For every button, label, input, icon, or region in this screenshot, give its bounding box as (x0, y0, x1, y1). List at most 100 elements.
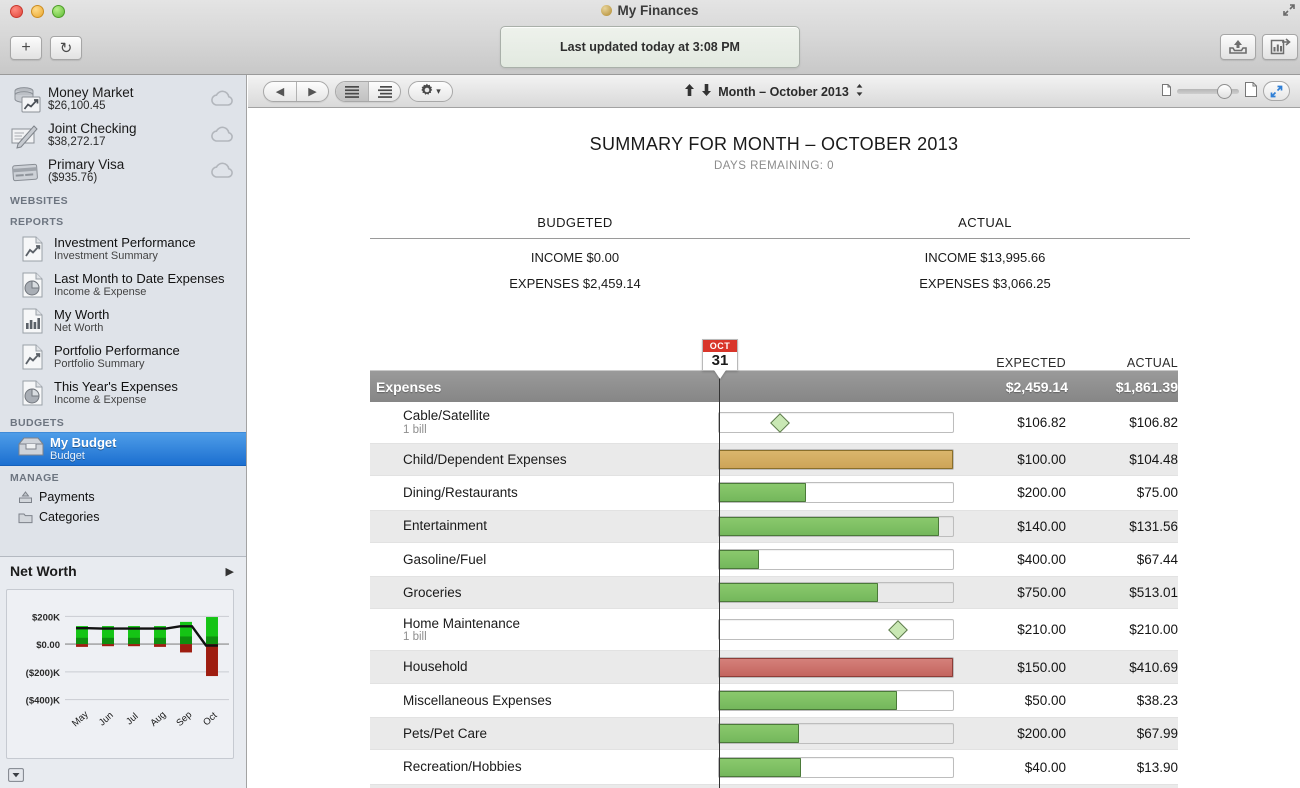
table-row[interactable]: Cable/Satellite 1 bill $106.82 $106.82 (370, 402, 1178, 443)
table-row[interactable]: Service Charges/Fees$5.00$14.95 (370, 783, 1178, 788)
sidebar-item-my-worth[interactable]: My Worth Net Worth (0, 303, 246, 339)
dropdown-box-icon[interactable] (8, 768, 24, 782)
credit-card-icon (10, 156, 42, 186)
row-category-cell: Miscellaneous Expenses (370, 693, 718, 709)
stepper-icon[interactable] (855, 83, 864, 100)
back-button[interactable]: ◀ (264, 82, 296, 101)
table-row[interactable]: Miscellaneous Expenses $50.00 $38.23 (370, 684, 1178, 717)
cloud-icon[interactable] (208, 161, 238, 181)
sidebar-item-my-budget[interactable]: My Budget Budget (0, 432, 246, 466)
progress-track (718, 656, 954, 678)
row-category-label: Groceries (403, 585, 462, 601)
coins-chart-icon (10, 84, 42, 114)
upload-button[interactable] (1220, 34, 1256, 60)
down-arrow-icon[interactable] (701, 83, 712, 100)
table-row[interactable]: Entertainment $140.00 $131.56 (370, 509, 1178, 543)
svg-text:Jun: Jun (97, 710, 116, 728)
budget-title: My Budget (50, 434, 117, 450)
budget-box-icon (16, 435, 44, 463)
detail-view-icon[interactable] (368, 82, 400, 101)
window-title-text: My Finances (617, 3, 699, 18)
navigation-segmented-control[interactable]: ◀ ▶ (263, 81, 329, 102)
table-group-row-expenses[interactable]: Expenses $2,459.14 $1,861.39 (370, 370, 1178, 402)
sidebar-item-this-years-expenses[interactable]: This Year's Expenses Income & Expense (0, 375, 246, 411)
progress-track (718, 412, 954, 433)
settings-menu-button[interactable]: ▾ (408, 81, 453, 102)
column-header-actual: ACTUAL (1126, 356, 1178, 370)
list-view-icon[interactable] (336, 82, 368, 101)
fullscreen-button[interactable] (1263, 81, 1290, 101)
summary-header-row: BUDGETED ACTUAL (370, 215, 1190, 238)
group-actual: $1,861.39 (1115, 378, 1178, 395)
accounts-list: Money Market $26,100.45 Joint Checking $… (0, 75, 246, 189)
cloud-icon[interactable] (208, 89, 238, 109)
table-row[interactable]: Gasoline/Fuel $400.00 $67.44 (370, 543, 1178, 576)
manage-label: Categories (39, 510, 100, 524)
table-row[interactable]: Pets/Pet Care $200.00 $67.99 (370, 717, 1178, 751)
progress-fill (719, 724, 799, 744)
sidebar-item-joint-checking[interactable]: Joint Checking $38,272.17 (0, 117, 246, 153)
table-row[interactable]: Recreation/Hobbies $40.00 $13.90 (370, 750, 1178, 783)
section-header-reports: REPORTS (10, 216, 64, 228)
report-subtitle: Income & Expense (54, 286, 147, 299)
forward-button[interactable]: ▶ (296, 82, 328, 101)
period-selector[interactable]: Month – October 2013 (248, 75, 1300, 108)
payments-icon (19, 490, 32, 503)
disclosure-arrow-icon[interactable]: ▶ (226, 565, 234, 578)
sidebar-item-primary-visa[interactable]: Primary Visa ($935.76) (0, 153, 246, 189)
sidebar-item-payments[interactable]: Payments (0, 487, 246, 507)
group-expected: $2,459.14 (1005, 378, 1068, 395)
account-balance: ($935.76) (48, 172, 98, 185)
table-row[interactable]: Child/Dependent Expenses $100.00 $104.48 (370, 443, 1178, 477)
net-worth-header[interactable]: Net Worth ▶ (0, 557, 246, 581)
status-text: Last updated today at 3:08 PM (560, 40, 740, 54)
cloud-icon[interactable] (208, 125, 238, 145)
progress-track (718, 689, 954, 711)
progress-fill (719, 690, 897, 710)
progress-track (718, 482, 954, 504)
sidebar-item-portfolio-performance[interactable]: Portfolio Performance Portfolio Summary (0, 339, 246, 375)
row-category-cell: Cable/Satellite 1 bill (370, 408, 718, 437)
table-row[interactable]: Household $150.00 $410.69 (370, 650, 1178, 684)
refresh-button[interactable]: ↻ (50, 36, 82, 60)
svg-text:($200)K: ($200)K (26, 668, 60, 679)
sidebar-item-investment-performance[interactable]: Investment Performance Investment Summar… (0, 231, 246, 267)
table-row[interactable]: Dining/Restaurants $200.00 $75.00 (370, 476, 1178, 509)
status-pill[interactable]: Last updated today at 3:08 PM (500, 26, 800, 68)
row-expected: $150.00 (1017, 659, 1066, 675)
period-label: Month – October 2013 (718, 84, 849, 99)
report-button[interactable] (1262, 34, 1298, 60)
view-mode-segmented-control[interactable] (335, 81, 401, 102)
budgeted-expenses: EXPENSES $2,459.14 (509, 276, 641, 291)
account-name: Money Market (48, 84, 134, 100)
row-category-cell: Child/Dependent Expenses (370, 452, 718, 468)
zoom-slider[interactable] (1177, 83, 1239, 99)
row-category-label: Household (403, 659, 468, 675)
pie-chart-doc-icon (20, 271, 46, 299)
gear-icon (420, 83, 434, 100)
zoom-slider-knob[interactable] (1217, 83, 1232, 99)
zoom-control[interactable] (1162, 81, 1290, 101)
sidebar-item-last-month-to-date-expenses[interactable]: Last Month to Date Expenses Income & Exp… (0, 267, 246, 303)
sidebar-item-categories[interactable]: Categories (0, 507, 246, 527)
row-expected: $200.00 (1017, 485, 1066, 501)
window-title: My Finances (0, 3, 1300, 18)
sidebar-item-money-market[interactable]: Money Market $26,100.45 (0, 81, 246, 117)
table-row[interactable]: Groceries $750.00 $513.01 (370, 576, 1178, 610)
row-actual: $38.23 (1136, 692, 1178, 708)
plus-icon: + (21, 39, 31, 56)
row-actual: $106.82 (1129, 415, 1178, 430)
row-category-label: Recreation/Hobbies (403, 759, 522, 775)
line-chart-doc-icon (20, 235, 46, 263)
row-actual: $131.56 (1129, 518, 1178, 534)
row-actual: $67.99 (1136, 726, 1178, 742)
resize-icon[interactable] (1281, 3, 1297, 19)
report-toolbar: ◀ ▶ ▾ Month – October 2013 (248, 75, 1300, 108)
row-progress-cell (718, 549, 958, 571)
add-button[interactable]: + (10, 36, 42, 60)
table-row[interactable]: Home Maintenance 1 bill $210.00 $210.00 (370, 609, 1178, 650)
up-arrow-icon[interactable] (684, 83, 695, 100)
row-category-label: Gasoline/Fuel (403, 551, 487, 567)
small-page-icon (1162, 83, 1171, 99)
row-actual: $104.48 (1129, 452, 1178, 468)
